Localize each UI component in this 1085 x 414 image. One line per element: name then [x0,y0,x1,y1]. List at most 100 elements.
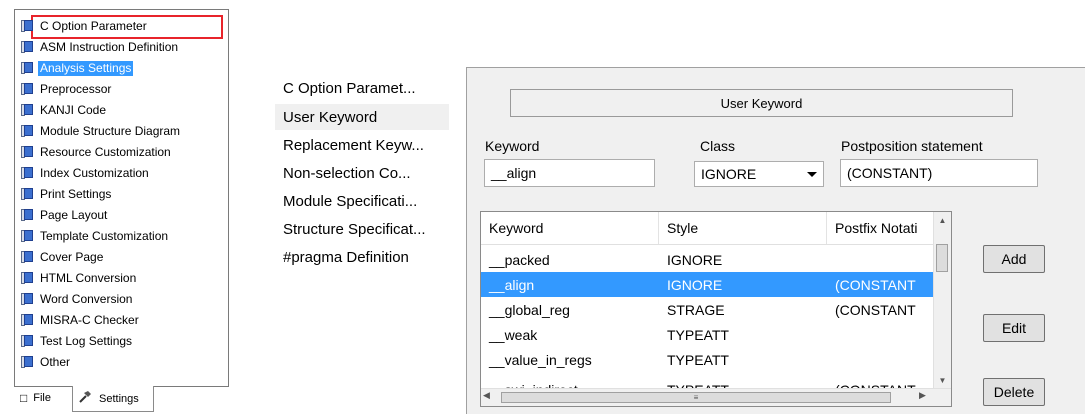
tree-item-other[interactable]: Other [21,352,72,372]
tree-item-label: ASM Instruction Definition [40,39,179,54]
table-cell: __packed [489,251,550,268]
table-cell: __value_in_regs [489,351,592,368]
tree-item-label: Module Structure Diagram [40,123,181,138]
keyword-input[interactable]: __align [484,159,655,187]
tree-item-resource-customization[interactable]: Resource Customization [21,142,173,162]
scroll-thumb[interactable] [936,244,948,272]
document-icon [21,230,34,242]
tree-item-module-structure-diagram[interactable]: Module Structure Diagram [21,121,182,141]
tree-item-label: Preprocessor [40,81,112,96]
column-header-postfix[interactable]: Postfix Notati [827,212,936,244]
table-header: Keyword Style Postfix Notati [481,212,936,245]
list-item[interactable]: Replacement Keyw... [275,132,449,158]
tree-item-label: Resource Customization [40,144,171,159]
user-keyword-panel: User Keyword Keyword Class Postposition … [466,67,1085,414]
tree-item-label: Print Settings [40,186,112,201]
table-cell: TYPEATT [667,351,729,368]
table-cell: STRAGE [667,301,725,318]
tree-item-label: Page Layout [40,207,108,222]
document-icon [21,83,34,95]
table-row[interactable]: __packed IGNORE [481,247,936,272]
scroll-down-icon[interactable]: ▼ [934,372,951,389]
table-row[interactable]: __align IGNORE (CONSTANT [481,272,936,297]
table-cell [827,347,936,372]
tree-item-preprocessor[interactable]: Preprocessor [21,79,113,99]
table-cell: IGNORE [667,251,723,268]
table-cell: IGNORE [667,276,723,293]
list-item[interactable]: User Keyword [275,104,449,130]
tree-item-label: HTML Conversion [40,270,137,285]
vertical-scrollbar[interactable]: ▲ ▼ [933,212,951,389]
tree-item-kanji-code[interactable]: KANJI Code [21,100,108,120]
add-button[interactable]: Add [983,245,1045,273]
tree-item-index-customization[interactable]: Index Customization [21,163,151,183]
scroll-up-icon[interactable]: ▲ [934,212,951,229]
horizontal-scrollbar[interactable]: ◀ ≡ ▶ [481,388,951,406]
list-item[interactable]: Module Specificati... [275,188,449,214]
column-header-keyword[interactable]: Keyword [481,212,659,244]
class-select-value: IGNORE [701,166,757,182]
document-icon [21,251,34,263]
scroll-thumb[interactable]: ≡ [501,392,891,403]
edit-button[interactable]: Edit [983,314,1045,342]
tree-item-html-conversion[interactable]: HTML Conversion [21,268,138,288]
document-icon [21,146,34,158]
document-icon [21,314,34,326]
scroll-right-icon[interactable]: ▶ [919,390,926,401]
tab-file[interactable]: □ File [16,386,74,410]
document-icon [21,335,34,347]
tree-item-label: Test Log Settings [40,333,133,348]
tree-item-print-settings[interactable]: Print Settings [21,184,113,204]
table-row[interactable]: __weak TYPEATT [481,322,936,347]
table-cell [827,247,936,272]
postposition-input[interactable]: (CONSTANT) [840,159,1038,187]
tree-item-label: Word Conversion [40,291,133,306]
class-label: Class [700,138,736,154]
table-cell: (CONSTANT [835,301,916,318]
tree-item-page-layout[interactable]: Page Layout [21,205,109,225]
tree-item-word-conversion[interactable]: Word Conversion [21,289,134,309]
scroll-left-icon[interactable]: ◀ [483,390,490,401]
keyword-table: Keyword Style Postfix Notati __packed IG… [480,211,952,407]
tree-item-c-option-parameter[interactable]: C Option Parameter [21,16,149,36]
list-item[interactable]: C Option Paramet... [275,75,449,101]
document-icon [21,209,34,221]
document-icon [21,188,34,200]
class-select[interactable]: IGNORE [694,161,824,187]
chevron-down-icon [807,172,817,177]
table-row[interactable]: __value_in_regs TYPEATT [481,347,936,372]
list-item[interactable]: Non-selection Co... [275,160,449,186]
list-item[interactable]: #pragma Definition [275,244,449,270]
tree-item-label: C Option Parameter [40,18,147,33]
tree-item-asm-instruction-definition[interactable]: ASM Instruction Definition [21,37,180,57]
tree-item-analysis-settings[interactable]: Analysis Settings [21,58,134,78]
hammer-icon [79,391,93,406]
panel-header: User Keyword [510,89,1013,117]
category-list: C Option Paramet... User Keyword Replace… [275,67,449,414]
tree-item-label: Template Customization [40,228,169,243]
column-header-style[interactable]: Style [659,212,827,244]
file-icon: □ [20,391,28,405]
tree-item-label: Other [40,354,71,369]
document-icon [21,104,34,116]
list-item[interactable]: Structure Specificat... [275,216,449,242]
table-cell: __global_reg [489,301,570,318]
tab-file-label: File [33,392,51,404]
tree-item-label: Cover Page [40,249,104,264]
tree-item-test-log-settings[interactable]: Test Log Settings [21,331,134,351]
postposition-label: Postposition statement [841,138,983,154]
document-icon [21,62,34,74]
table-cell: __weak [489,326,538,343]
tab-settings[interactable]: Settings [72,386,154,412]
document-icon [21,272,34,284]
keyword-label: Keyword [485,138,540,154]
table-row[interactable]: __global_reg STRAGE (CONSTANT [481,297,936,322]
tree-item-misra-c-checker[interactable]: MISRA-C Checker [21,310,141,330]
tree-item-cover-page[interactable]: Cover Page [21,247,105,267]
tree-item-label: KANJI Code [40,102,107,117]
tab-settings-label: Settings [99,392,139,405]
delete-button[interactable]: Delete [983,378,1045,406]
tree-item-template-customization[interactable]: Template Customization [21,226,170,246]
bottom-tabs: □ File Settings [14,386,229,414]
document-icon [21,125,34,137]
